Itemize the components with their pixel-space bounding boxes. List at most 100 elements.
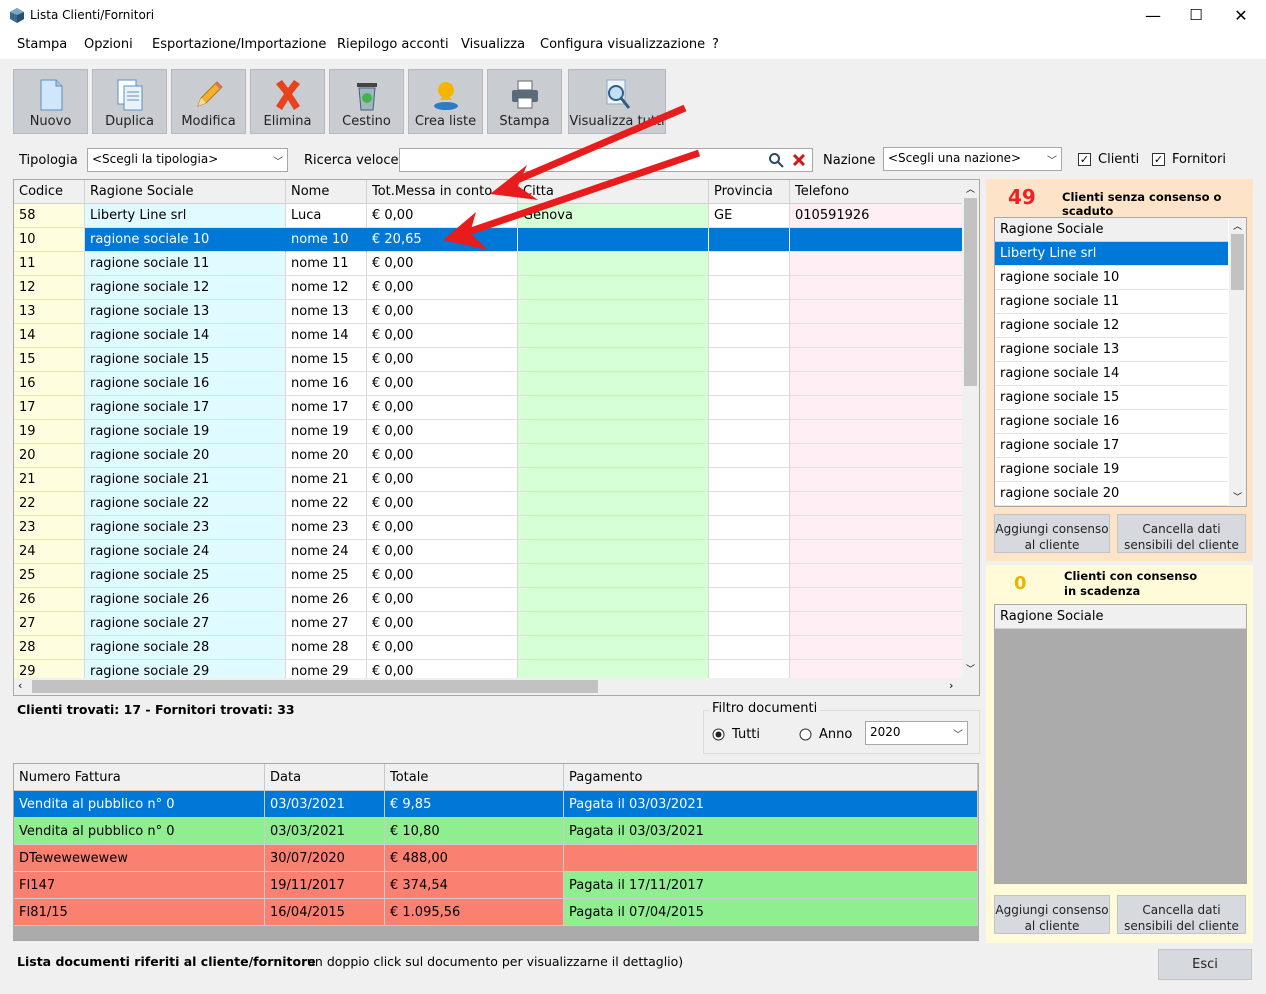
scroll-left-icon[interactable]: ‹	[18, 679, 22, 692]
cancella-dati-sensibili-button[interactable]: Cancella dati sensibili del cliente	[1117, 514, 1246, 553]
menu-help[interactable]: ?	[712, 37, 719, 52]
elimina-button[interactable]: Elimina	[250, 69, 325, 134]
search-icon[interactable]	[768, 152, 784, 168]
column-header-citta[interactable]: Citta	[518, 180, 709, 204]
aggiungi-consenso-button[interactable]: Aggiungi consenso al cliente	[994, 514, 1110, 553]
fornitori-checkbox[interactable]: ✓	[1152, 153, 1165, 166]
document-row[interactable]: FI81/15 16/04/2015 € 1.095,56 Pagata il 07/…	[14, 899, 978, 926]
horizontal-scroll-thumb[interactable]	[32, 680, 598, 693]
table-row[interactable]: 12 ragione sociale 12 nome 12 € 0,00	[14, 276, 979, 300]
table-row[interactable]: 16 ragione sociale 16 nome 16 € 0,00	[14, 372, 979, 396]
tutti-radio[interactable]	[712, 728, 725, 741]
minimize-button[interactable]: —	[1130, 0, 1176, 31]
anno-select[interactable]: 2020 ﹀	[865, 721, 968, 745]
esci-button[interactable]: Esci	[1158, 949, 1252, 980]
clear-icon[interactable]	[792, 153, 806, 167]
column-header-provincia[interactable]: Provincia	[709, 180, 790, 204]
close-button[interactable]: ✕	[1218, 0, 1264, 31]
table-row[interactable]: 21 ragione sociale 21 nome 21 € 0,00	[14, 468, 979, 492]
list-vertical-scrollbar[interactable]: ︿ ﹀	[1229, 218, 1246, 506]
table-row[interactable]: 58 Liberty Line srl Luca € 0,00 Genova GE 0105…	[14, 204, 979, 228]
document-row[interactable]: FI147 19/11/2017 € 374,54 Pagata il 17/11/2…	[14, 872, 978, 899]
cell-nome: nome 13	[286, 300, 367, 324]
list-item[interactable]: ragione sociale 12	[995, 314, 1228, 338]
vertical-scrollbar[interactable]: ︿ ﹀	[962, 180, 979, 679]
crea-liste-button[interactable]: Crea liste	[408, 69, 483, 134]
menu-riepilogo-acconti[interactable]: Riepilogo acconti	[337, 37, 449, 52]
clienti-checkbox[interactable]: ✓	[1078, 153, 1091, 166]
cell-tot-messa-in-conto: € 0,00	[367, 540, 518, 564]
document-row[interactable]: DTewewewewew 30/07/2020 € 488,00	[14, 845, 978, 872]
cestino-button[interactable]: Cestino	[329, 69, 404, 134]
table-row[interactable]: 23 ragione sociale 23 nome 23 € 0,00	[14, 516, 979, 540]
menu-opzioni[interactable]: Opzioni	[84, 37, 133, 52]
list-item[interactable]: Liberty Line srl	[995, 242, 1228, 266]
nazione-select[interactable]: <Scegli una nazione> ﹀	[883, 147, 1062, 171]
list-item[interactable]: ragione sociale 16	[995, 410, 1228, 434]
table-row[interactable]: 19 ragione sociale 19 nome 19 € 0,00	[14, 420, 979, 444]
table-row[interactable]: 10 ragione sociale 10 nome 10 € 20,65	[14, 228, 979, 252]
consenso-in-scadenza-list[interactable]: Ragione Sociale	[994, 604, 1247, 884]
doc-column-header-totale[interactable]: Totale	[385, 764, 564, 791]
doc-column-header-data[interactable]: Data	[265, 764, 385, 791]
document-row[interactable]: Vendita al pubblico n° 0 03/03/2021 € 10,8…	[14, 818, 978, 845]
table-row[interactable]: 27 ragione sociale 27 nome 27 € 0,00	[14, 612, 979, 636]
modifica-button[interactable]: Modifica	[171, 69, 246, 134]
tipologia-select[interactable]: <Scegli la tipologia> ﹀	[87, 148, 288, 172]
table-row[interactable]: 24 ragione sociale 24 nome 24 € 0,00	[14, 540, 979, 564]
table-row[interactable]: 22 ragione sociale 22 nome 22 € 0,00	[14, 492, 979, 516]
doc-column-header-numero-fattura[interactable]: Numero Fattura	[14, 764, 265, 791]
table-row[interactable]: 26 ragione sociale 26 nome 26 € 0,00	[14, 588, 979, 612]
menu-esportazione[interactable]: Esportazione/Importazione	[152, 37, 326, 52]
scroll-up-icon[interactable]: ︿	[966, 182, 975, 195]
scroll-right-icon[interactable]: ›	[949, 679, 953, 692]
table-row[interactable]: 15 ragione sociale 15 nome 15 € 0,00	[14, 348, 979, 372]
maximize-button[interactable]: ☐	[1173, 0, 1219, 31]
scroll-down-icon[interactable]: ﹀	[1233, 490, 1242, 503]
column-header-codice[interactable]: Codice	[14, 180, 85, 204]
list-item[interactable]: ragione sociale 15	[995, 386, 1228, 410]
doc-column-header-pagamento[interactable]: Pagamento	[564, 764, 978, 791]
column-header-telefono[interactable]: Telefono	[790, 180, 979, 204]
list-scroll-thumb[interactable]	[1231, 234, 1244, 290]
stampa-button[interactable]: Stampa	[487, 69, 562, 134]
list-item[interactable]: ragione sociale 10	[995, 266, 1228, 290]
scroll-up-icon[interactable]: ︿	[1233, 219, 1242, 232]
cestino-label: Cestino	[342, 114, 391, 129]
documents-grid[interactable]: Numero Fattura Data Totale Pagamento Vendit…	[13, 763, 979, 941]
table-row[interactable]: 13 ragione sociale 13 nome 13 € 0,00	[14, 300, 979, 324]
ricerca-veloce-input[interactable]	[399, 148, 813, 172]
list-item[interactable]: ragione sociale 17	[995, 434, 1228, 458]
anno-radio[interactable]	[799, 728, 812, 741]
list-item[interactable]: ragione sociale 20	[995, 482, 1228, 506]
table-row[interactable]: 20 ragione sociale 20 nome 20 € 0,00	[14, 444, 979, 468]
table-row[interactable]: 14 ragione sociale 14 nome 14 € 0,00	[14, 324, 979, 348]
menu-configura[interactable]: Configura visualizzazione	[540, 37, 705, 52]
document-row[interactable]: Vendita al pubblico n° 0 03/03/2021 € 9,85…	[14, 791, 978, 818]
menu-visualizza[interactable]: Visualizza	[461, 37, 525, 52]
list-item[interactable]: ragione sociale 13	[995, 338, 1228, 362]
column-header-ragione-sociale[interactable]: Ragione Sociale	[85, 180, 286, 204]
scroll-down-icon[interactable]: ﹀	[966, 662, 975, 675]
table-row[interactable]: 17 ragione sociale 17 nome 17 € 0,00	[14, 396, 979, 420]
duplica-button[interactable]: Duplica	[92, 69, 167, 134]
consenso-scaduto-list[interactable]: Ragione Sociale Liberty Line srl ragione …	[994, 217, 1247, 507]
column-header-nome[interactable]: Nome	[286, 180, 367, 204]
nuovo-button[interactable]: Nuovo	[13, 69, 88, 134]
list-item[interactable]: ragione sociale 14	[995, 362, 1228, 386]
list-item[interactable]: ragione sociale 11	[995, 290, 1228, 314]
column-header-tot-messa-in-conto[interactable]: Tot.Messa in conto	[367, 180, 518, 204]
horizontal-scrollbar[interactable]: ‹ ›	[14, 678, 979, 695]
list-item[interactable]: ragione sociale 19	[995, 458, 1228, 482]
clienti-fornitori-grid[interactable]: Codice Ragione Sociale Nome Tot.Messa in co…	[13, 179, 980, 696]
cell-nome: nome 21	[286, 468, 367, 492]
table-row[interactable]: 25 ragione sociale 25 nome 25 € 0,00	[14, 564, 979, 588]
menu-stampa[interactable]: Stampa	[17, 37, 67, 52]
vertical-scroll-thumb[interactable]	[964, 198, 977, 386]
cancella-dati-sensibili-button[interactable]: Cancella dati sensibili del cliente	[1117, 895, 1246, 934]
modifica-label: Modifica	[181, 114, 236, 129]
table-row[interactable]: 11 ragione sociale 11 nome 11 € 0,00	[14, 252, 979, 276]
visualizza-tutti-button[interactable]: Visualizza tutti	[568, 69, 666, 134]
table-row[interactable]: 28 ragione sociale 28 nome 28 € 0,00	[14, 636, 979, 660]
aggiungi-consenso-button[interactable]: Aggiungi consenso al cliente	[994, 895, 1110, 934]
